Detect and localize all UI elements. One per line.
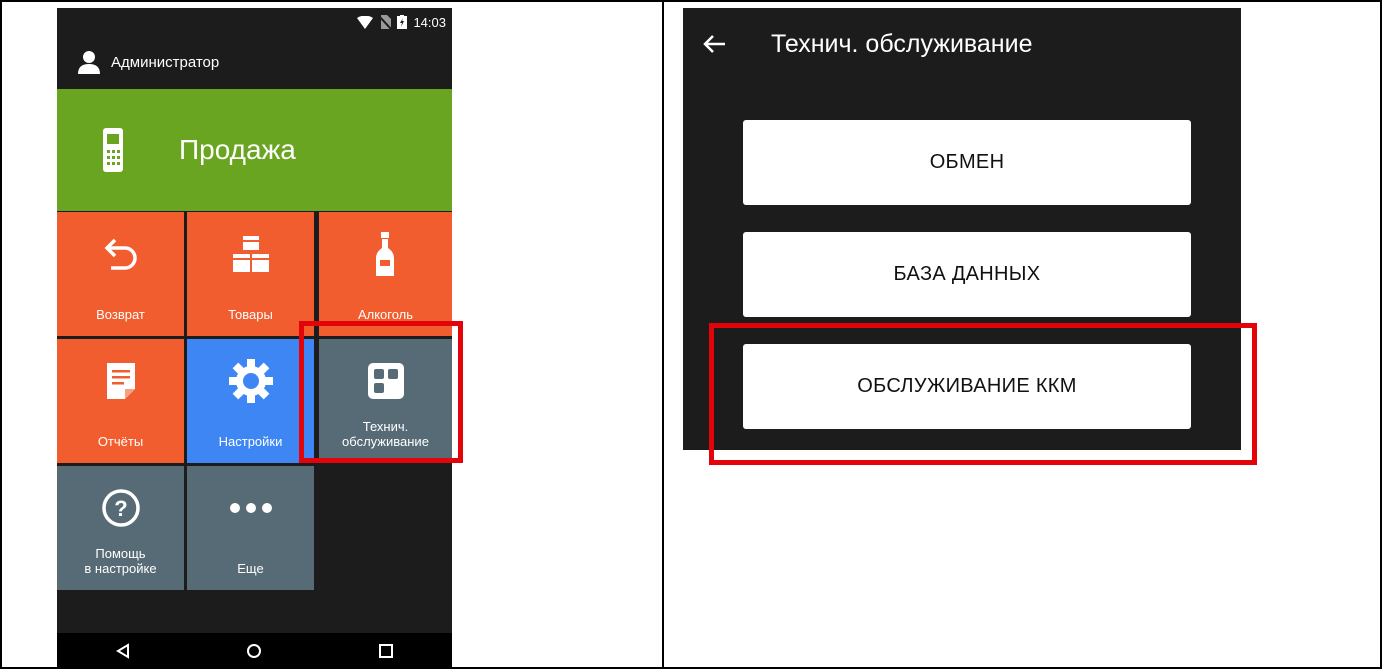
no-sim-icon	[379, 15, 392, 29]
database-button[interactable]: БАЗА ДАННЫХ	[743, 232, 1191, 317]
tile-reports[interactable]: Отчёты	[57, 339, 184, 463]
bottle-icon	[375, 232, 394, 276]
boxes-icon	[230, 236, 271, 272]
tile-setup-help[interactable]: ? Помощь в настройке	[57, 466, 184, 590]
tile-products[interactable]: Товары	[187, 212, 314, 336]
user-header[interactable]: Администратор	[57, 36, 452, 88]
exchange-button[interactable]: ОБМЕН	[743, 120, 1191, 205]
wifi-icon	[357, 15, 374, 29]
maintenance-header: Технич. обслуживание	[683, 8, 1241, 80]
pos-terminal-icon	[103, 128, 123, 172]
back-triangle-icon[interactable]	[115, 643, 131, 659]
user-name: Администратор	[111, 53, 220, 71]
android-nav-bar	[57, 633, 452, 669]
status-time: 14:03	[413, 14, 446, 30]
highlight-frame-maintenance-tile	[299, 321, 463, 463]
gear-icon	[228, 359, 273, 403]
battery-icon	[397, 15, 408, 29]
maintenance-title: Технич. обслуживание	[771, 29, 1033, 58]
tile-more-label: Еще	[237, 561, 264, 576]
tile-alcohol[interactable]: Алкоголь	[319, 212, 452, 336]
tile-reports-label: Отчёты	[97, 434, 144, 449]
sale-label: Продажа	[179, 134, 296, 165]
home-circle-icon[interactable]	[246, 643, 262, 659]
tile-setup-help-label: Помощь в настройке	[84, 546, 157, 576]
tile-more[interactable]: Еще	[187, 466, 314, 590]
sale-tile[interactable]: Продажа	[57, 89, 452, 211]
help-icon: ?	[101, 489, 140, 527]
arrow-left-icon[interactable]	[701, 30, 729, 58]
user-icon	[78, 51, 100, 74]
tile-return-label: Возврат	[96, 307, 145, 322]
tile-alcohol-label: Алкоголь	[357, 307, 414, 322]
tile-return[interactable]: Возврат	[57, 212, 184, 336]
tile-products-label: Товары	[228, 307, 273, 322]
more-dots-icon	[229, 503, 272, 513]
tile-settings-label: Настройки	[218, 434, 283, 449]
tile-settings[interactable]: Настройки	[187, 339, 314, 463]
status-bar: 14:03	[357, 12, 446, 32]
recents-square-icon[interactable]	[378, 643, 394, 659]
highlight-frame-kkm-button	[709, 323, 1257, 465]
svg-text:?: ?	[114, 496, 127, 521]
report-icon	[106, 363, 135, 399]
undo-arrow-icon	[104, 238, 137, 270]
